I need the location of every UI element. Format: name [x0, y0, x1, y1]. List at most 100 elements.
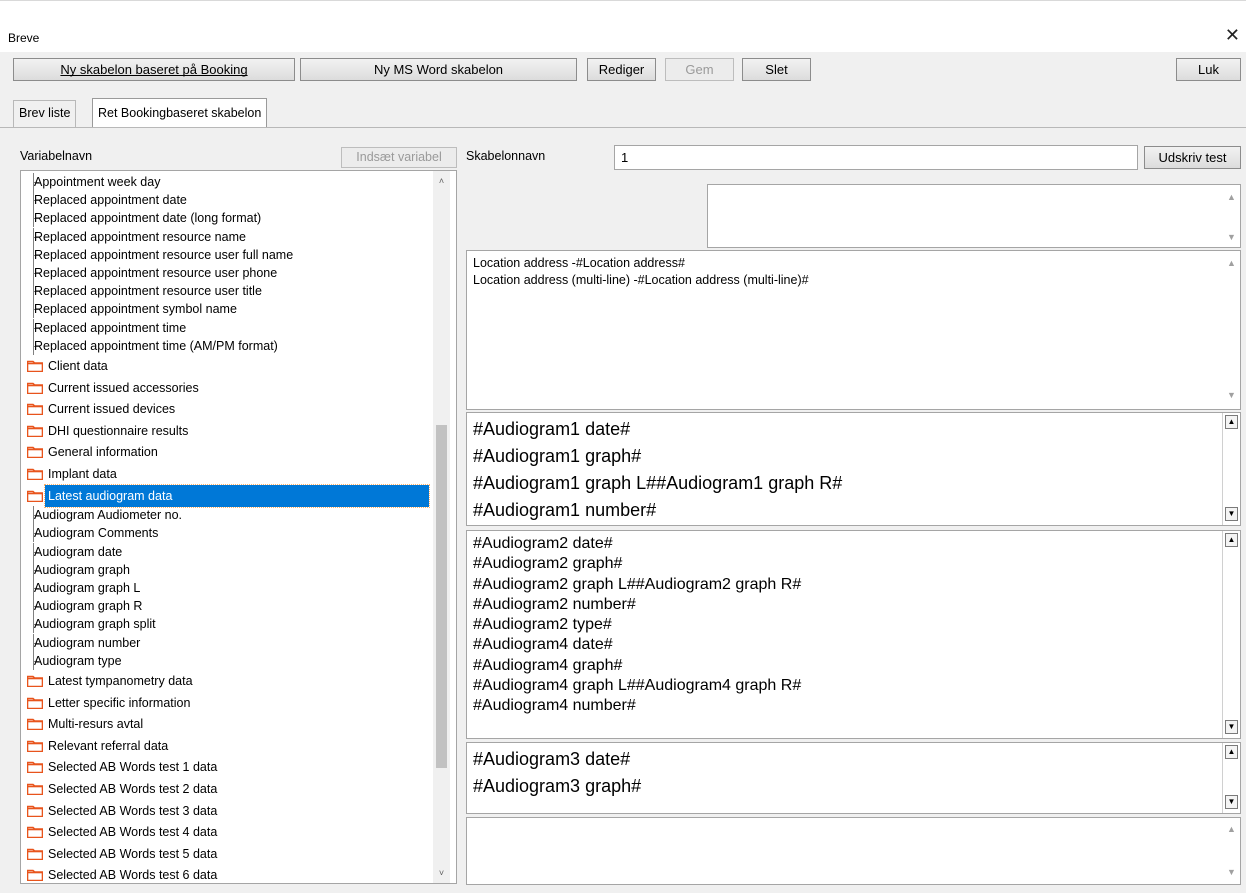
scroll-up-icon[interactable]: ▲	[1225, 745, 1238, 759]
tree-folder[interactable]: General information	[21, 441, 433, 463]
template-line: #Audiogram4 graph#	[473, 656, 623, 674]
folder-icon	[27, 870, 43, 882]
folder-icon	[27, 403, 43, 416]
tree-item[interactable]: Replaced appointment resource user phone	[33, 264, 445, 282]
tree-folder[interactable]: Multi-resurs avtal	[21, 713, 433, 735]
tree-item[interactable]: Replaced appointment resource name	[33, 227, 445, 246]
folder-icon	[27, 360, 43, 372]
close-button[interactable]: Luk	[1176, 58, 1241, 81]
scroll-up-icon[interactable]: ▲	[1225, 415, 1238, 429]
tree-item[interactable]: Audiogram graph R	[33, 597, 445, 616]
scroll-up-icon[interactable]: ˄	[433, 173, 450, 190]
print-test-button[interactable]: Udskriv test	[1144, 146, 1241, 169]
tree-item[interactable]: Audiogram graph L	[33, 579, 445, 597]
scroll-down-icon[interactable]: ˅	[433, 865, 450, 882]
variable-tree[interactable]: Appointment week day Replaced appointment…	[20, 170, 457, 884]
tab-divider	[0, 127, 1246, 128]
tree-item[interactable]: Audiogram date	[33, 542, 445, 561]
tab-edit-booking-template[interactable]: Ret Bookingbaseret skabelon	[92, 98, 268, 128]
tab-letter-list[interactable]: Brev liste	[13, 100, 77, 127]
tree-folder[interactable]: Relevant referral data	[21, 735, 433, 757]
close-icon[interactable]: ✕	[1225, 25, 1240, 46]
textarea-audiogram3-scrollbar[interactable]: ▲ ▼	[1222, 743, 1240, 813]
scroll-up-icon[interactable]: ▲	[1225, 533, 1238, 547]
tree-item[interactable]: Audiogram number	[33, 633, 445, 652]
template-line: Location address -#Location address#	[473, 256, 685, 270]
folder-icon	[27, 762, 43, 774]
tree-item[interactable]: Audiogram Audiometer no.	[33, 506, 445, 525]
tree-item[interactable]: Replaced appointment symbol name	[33, 300, 445, 319]
tree-item[interactable]: Replaced appointment date	[33, 191, 445, 210]
tree-folder[interactable]: Client data	[21, 355, 433, 377]
scroll-thumb[interactable]	[436, 425, 447, 768]
tree-folder[interactable]: Selected AB Words test 1 data	[21, 756, 433, 778]
new-booking-template-button[interactable]: Ny skabelon baseret på Booking	[13, 58, 295, 81]
tree-item[interactable]: Audiogram graph split	[33, 615, 445, 634]
new-word-template-button[interactable]: Ny MS Word skabelon	[300, 58, 577, 81]
tree-item-label: Selected AB Words test 5 data	[48, 846, 218, 861]
tree-scrollbar[interactable]: ˄ ˅	[433, 171, 450, 883]
scroll-down-icon[interactable]: ▼	[1223, 229, 1240, 246]
tree-item[interactable]: Replaced appointment time	[33, 318, 445, 337]
template-line: #Audiogram2 graph#	[473, 555, 623, 573]
tree-item[interactable]: Replaced appointment time (AM/PM format)	[33, 336, 445, 355]
tree-item-label: Replaced appointment time	[34, 320, 187, 335]
tree-item[interactable]: Audiogram type	[33, 651, 445, 670]
tree-item-label: Relevant referral data	[48, 738, 169, 753]
template-name-input[interactable]	[614, 145, 1138, 170]
tree-folder[interactable]: Selected AB Words test 6 data	[21, 864, 433, 883]
tree-item[interactable]: Replaced appointment resource user title	[33, 282, 445, 301]
textarea-location-scrollbar[interactable]: ▲ ▼	[1223, 251, 1240, 409]
tree-item[interactable]: Appointment week day	[33, 173, 445, 191]
tree-item[interactable]: Audiogram Comments	[33, 524, 445, 543]
textarea-header[interactable]: ▲ ▼	[707, 184, 1241, 248]
tree-folder[interactable]: Latest audiogram data	[21, 483, 433, 508]
tree-item-label: Current issued devices	[48, 402, 176, 417]
tree-folder[interactable]: Selected AB Words test 4 data	[21, 821, 433, 843]
textarea-audiogram1[interactable]: #Audiogram1 date# #Audiogram1 graph# #Audi…	[466, 412, 1241, 526]
tree-folder[interactable]: Selected AB Words test 2 data	[21, 778, 433, 800]
scroll-down-icon[interactable]: ▼	[1225, 507, 1238, 521]
title-bar: Breve ✕	[0, 0, 1246, 52]
scroll-up-icon[interactable]: ▲	[1223, 189, 1240, 206]
tree-item[interactable]: Replaced appointment resource user full …	[33, 245, 445, 264]
tree-folder[interactable]: Selected AB Words test 5 data	[21, 843, 433, 865]
textarea-location[interactable]: Location address -#Location address# Loca…	[466, 250, 1241, 410]
folder-icon	[27, 740, 43, 752]
tree-folder[interactable]: Letter specific information	[21, 692, 433, 714]
tree-item[interactable]: Audiogram graph	[33, 560, 445, 579]
delete-button[interactable]: Slet	[742, 58, 811, 81]
scroll-up-icon[interactable]: ▲	[1223, 821, 1240, 838]
tree-folder[interactable]: DHI questionnaire results	[21, 420, 433, 442]
tree-item-label: Audiogram type	[34, 653, 122, 668]
tree-folder[interactable]: Current issued devices	[21, 398, 433, 420]
textarea-header-scrollbar[interactable]: ▲ ▼	[1223, 185, 1240, 247]
insert-variable-button[interactable]: Indsæt variabel	[341, 147, 457, 168]
scroll-down-icon[interactable]: ▼	[1225, 795, 1238, 809]
textarea-audiogram2-scrollbar[interactable]: ▲ ▼	[1222, 531, 1240, 738]
template-name-label: Skabelonnavn	[466, 149, 546, 163]
tree-folder[interactable]: Current issued accessories	[21, 377, 433, 399]
scroll-down-icon[interactable]: ▼	[1223, 864, 1240, 881]
scroll-down-icon[interactable]: ▼	[1225, 720, 1238, 734]
textarea-audiogram2[interactable]: #Audiogram2 date# #Audiogram2 graph# #Audi…	[466, 530, 1241, 739]
edit-button[interactable]: Rediger	[587, 58, 656, 81]
tree-folder[interactable]: Implant data	[21, 463, 433, 485]
textarea-audiogram1-scrollbar[interactable]: ▲ ▼	[1222, 413, 1240, 525]
tree-item-label: Selected AB Words test 6 data	[48, 868, 218, 883]
tree-item-label: Selected AB Words test 3 data	[48, 803, 218, 818]
folder-icon	[27, 826, 43, 839]
textarea-audiogram3[interactable]: #Audiogram3 date# #Audiogram3 graph# ▲ ▼	[466, 742, 1241, 814]
textarea-location-lines: Location address -#Location address# Loca…	[473, 255, 1234, 289]
template-line: #Audiogram1 graph#	[473, 446, 642, 466]
save-button[interactable]: Gem	[665, 58, 734, 81]
scroll-up-icon[interactable]: ▲	[1223, 255, 1240, 272]
tree-item-label: Replaced appointment resource user full …	[34, 247, 294, 262]
tree-folder[interactable]: Latest tympanometry data	[21, 670, 433, 692]
textarea-footer-scrollbar[interactable]: ▲ ▼	[1223, 818, 1240, 884]
textarea-footer[interactable]: ▲ ▼	[466, 817, 1241, 885]
tree-item-label: Replaced appointment date	[34, 193, 187, 208]
scroll-down-icon[interactable]: ▼	[1223, 387, 1240, 404]
tree-folder[interactable]: Selected AB Words test 3 data	[21, 800, 433, 822]
tree-item[interactable]: Replaced appointment date (long format)	[33, 209, 445, 228]
